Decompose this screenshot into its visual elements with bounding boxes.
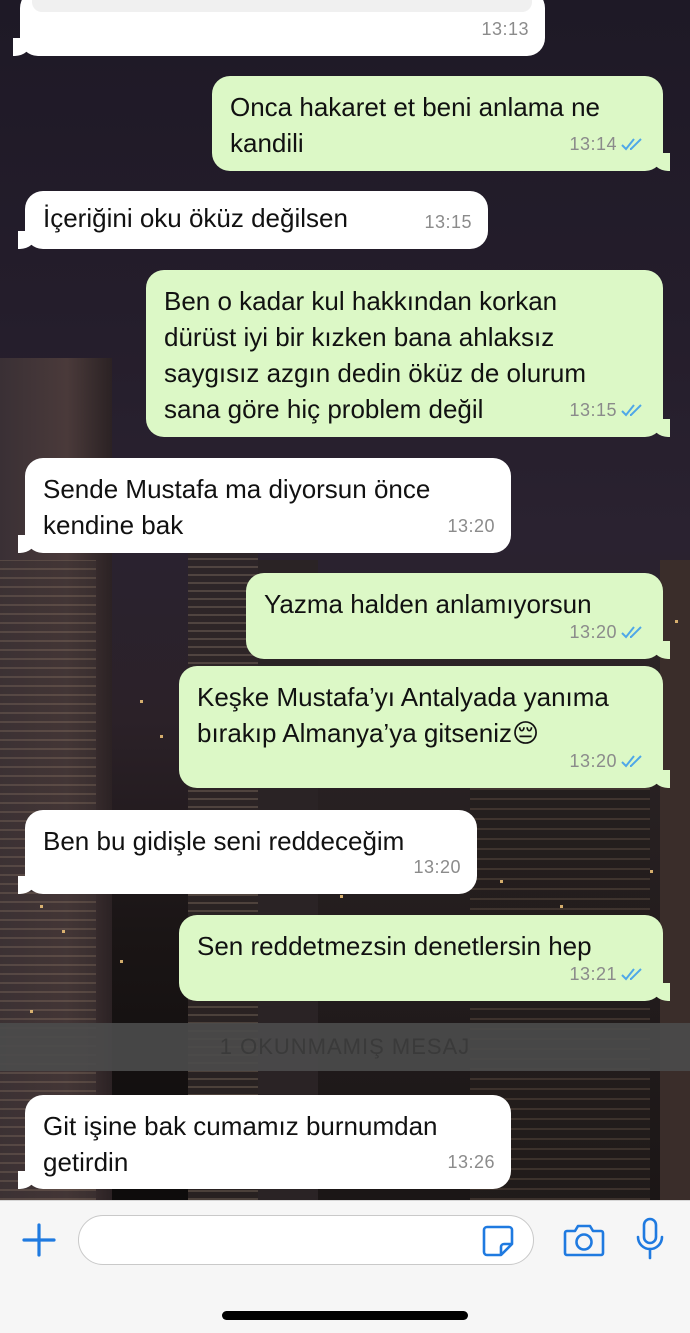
message-bubble-incoming[interactable]: Ben bu gidişle seni reddeceğim 13:20 — [18, 810, 477, 894]
message-composer — [0, 1200, 690, 1333]
double-check-icon — [621, 404, 642, 417]
message-meta: 13:26 — [447, 1144, 495, 1180]
double-check-icon — [621, 138, 642, 151]
message-time: 13:20 — [413, 857, 461, 877]
message-bubble-outgoing[interactable]: Sen reddetmezsin denetlersin hep 13:21 — [179, 915, 670, 1001]
message-bubble-incoming[interactable]: Git işine bak cumamız burnumdan getirdin… — [18, 1095, 511, 1189]
wallpaper-light — [160, 735, 163, 738]
wallpaper-light — [120, 960, 123, 963]
message-meta: 13:13 — [481, 11, 529, 47]
message-text: Git işine bak cumamız burnumdan getirdin — [43, 1111, 438, 1177]
double-check-icon — [621, 968, 642, 981]
message-meta: 13:20 — [569, 614, 647, 650]
message-text: İçeriğini oku öküz değilsen — [43, 203, 348, 233]
home-indicator — [222, 1311, 468, 1320]
unread-messages-banner: 1 OKUNMAMIŞ MESAJ — [0, 1023, 690, 1071]
wallpaper-light — [560, 905, 563, 908]
message-bubble-outgoing[interactable]: Yazma halden anlamıyorsun 13:20 — [246, 573, 670, 659]
message-meta: 13:20 — [413, 849, 461, 885]
camera-icon[interactable] — [563, 1222, 605, 1258]
message-text: Ben bu gidişle seni reddeceğim — [43, 826, 405, 856]
wallpaper-light — [500, 880, 503, 883]
plus-icon[interactable] — [20, 1221, 58, 1259]
message-time: 13:15 — [424, 212, 472, 232]
microphone-icon[interactable] — [634, 1217, 666, 1261]
message-time: 13:15 — [569, 400, 617, 420]
message-text: Sende Mustafa ma diyorsun önce kendine b… — [43, 474, 431, 540]
message-meta: 13:20 — [447, 508, 495, 544]
message-meta: 13:15 — [424, 204, 472, 240]
message-bubble-incoming[interactable]: Sende Mustafa ma diyorsun önce kendine b… — [18, 458, 511, 553]
wallpaper-light — [62, 930, 65, 933]
unread-banner-label: 1 OKUNMAMIŞ MESAJ — [219, 1034, 471, 1059]
message-time: 13:14 — [569, 134, 617, 154]
wallpaper-light — [30, 1010, 33, 1013]
message-meta: 13:14 — [569, 126, 647, 162]
wallpaper-light — [140, 700, 143, 703]
message-meta: 13:15 — [569, 392, 647, 428]
message-time: 13:21 — [569, 964, 617, 984]
message-time: 13:26 — [447, 1152, 495, 1172]
message-input[interactable] — [78, 1215, 534, 1265]
message-meta: 13:21 — [569, 956, 647, 992]
wallpaper-light — [650, 870, 653, 873]
message-bubble-outgoing[interactable]: Onca hakaret et beni anlama ne kandili 1… — [212, 76, 670, 171]
message-time: 13:20 — [569, 622, 617, 642]
quoted-reply-preview — [32, 0, 532, 12]
wallpaper-light — [340, 895, 343, 898]
message-bubble-outgoing[interactable]: Ben o kadar kul hakkından korkan dürüst … — [146, 270, 670, 437]
message-bubble-incoming[interactable]: 13:13 — [13, 0, 545, 56]
message-text: Keşke Mustafa’yı Antalyada yanıma bırakı… — [197, 682, 609, 748]
message-meta: 13:20 — [569, 743, 647, 779]
message-bubble-outgoing[interactable]: Keşke Mustafa’yı Antalyada yanıma bırakı… — [179, 666, 670, 788]
message-bubble-incoming[interactable]: İçeriğini oku öküz değilsen 13:15 — [18, 191, 488, 249]
sticker-icon[interactable] — [481, 1224, 515, 1258]
double-check-icon — [621, 626, 642, 639]
wallpaper-light — [675, 620, 678, 623]
message-time: 13:13 — [481, 19, 529, 39]
message-time: 13:20 — [569, 751, 617, 771]
message-time: 13:20 — [447, 516, 495, 536]
double-check-icon — [621, 755, 642, 768]
wallpaper-light — [40, 905, 43, 908]
